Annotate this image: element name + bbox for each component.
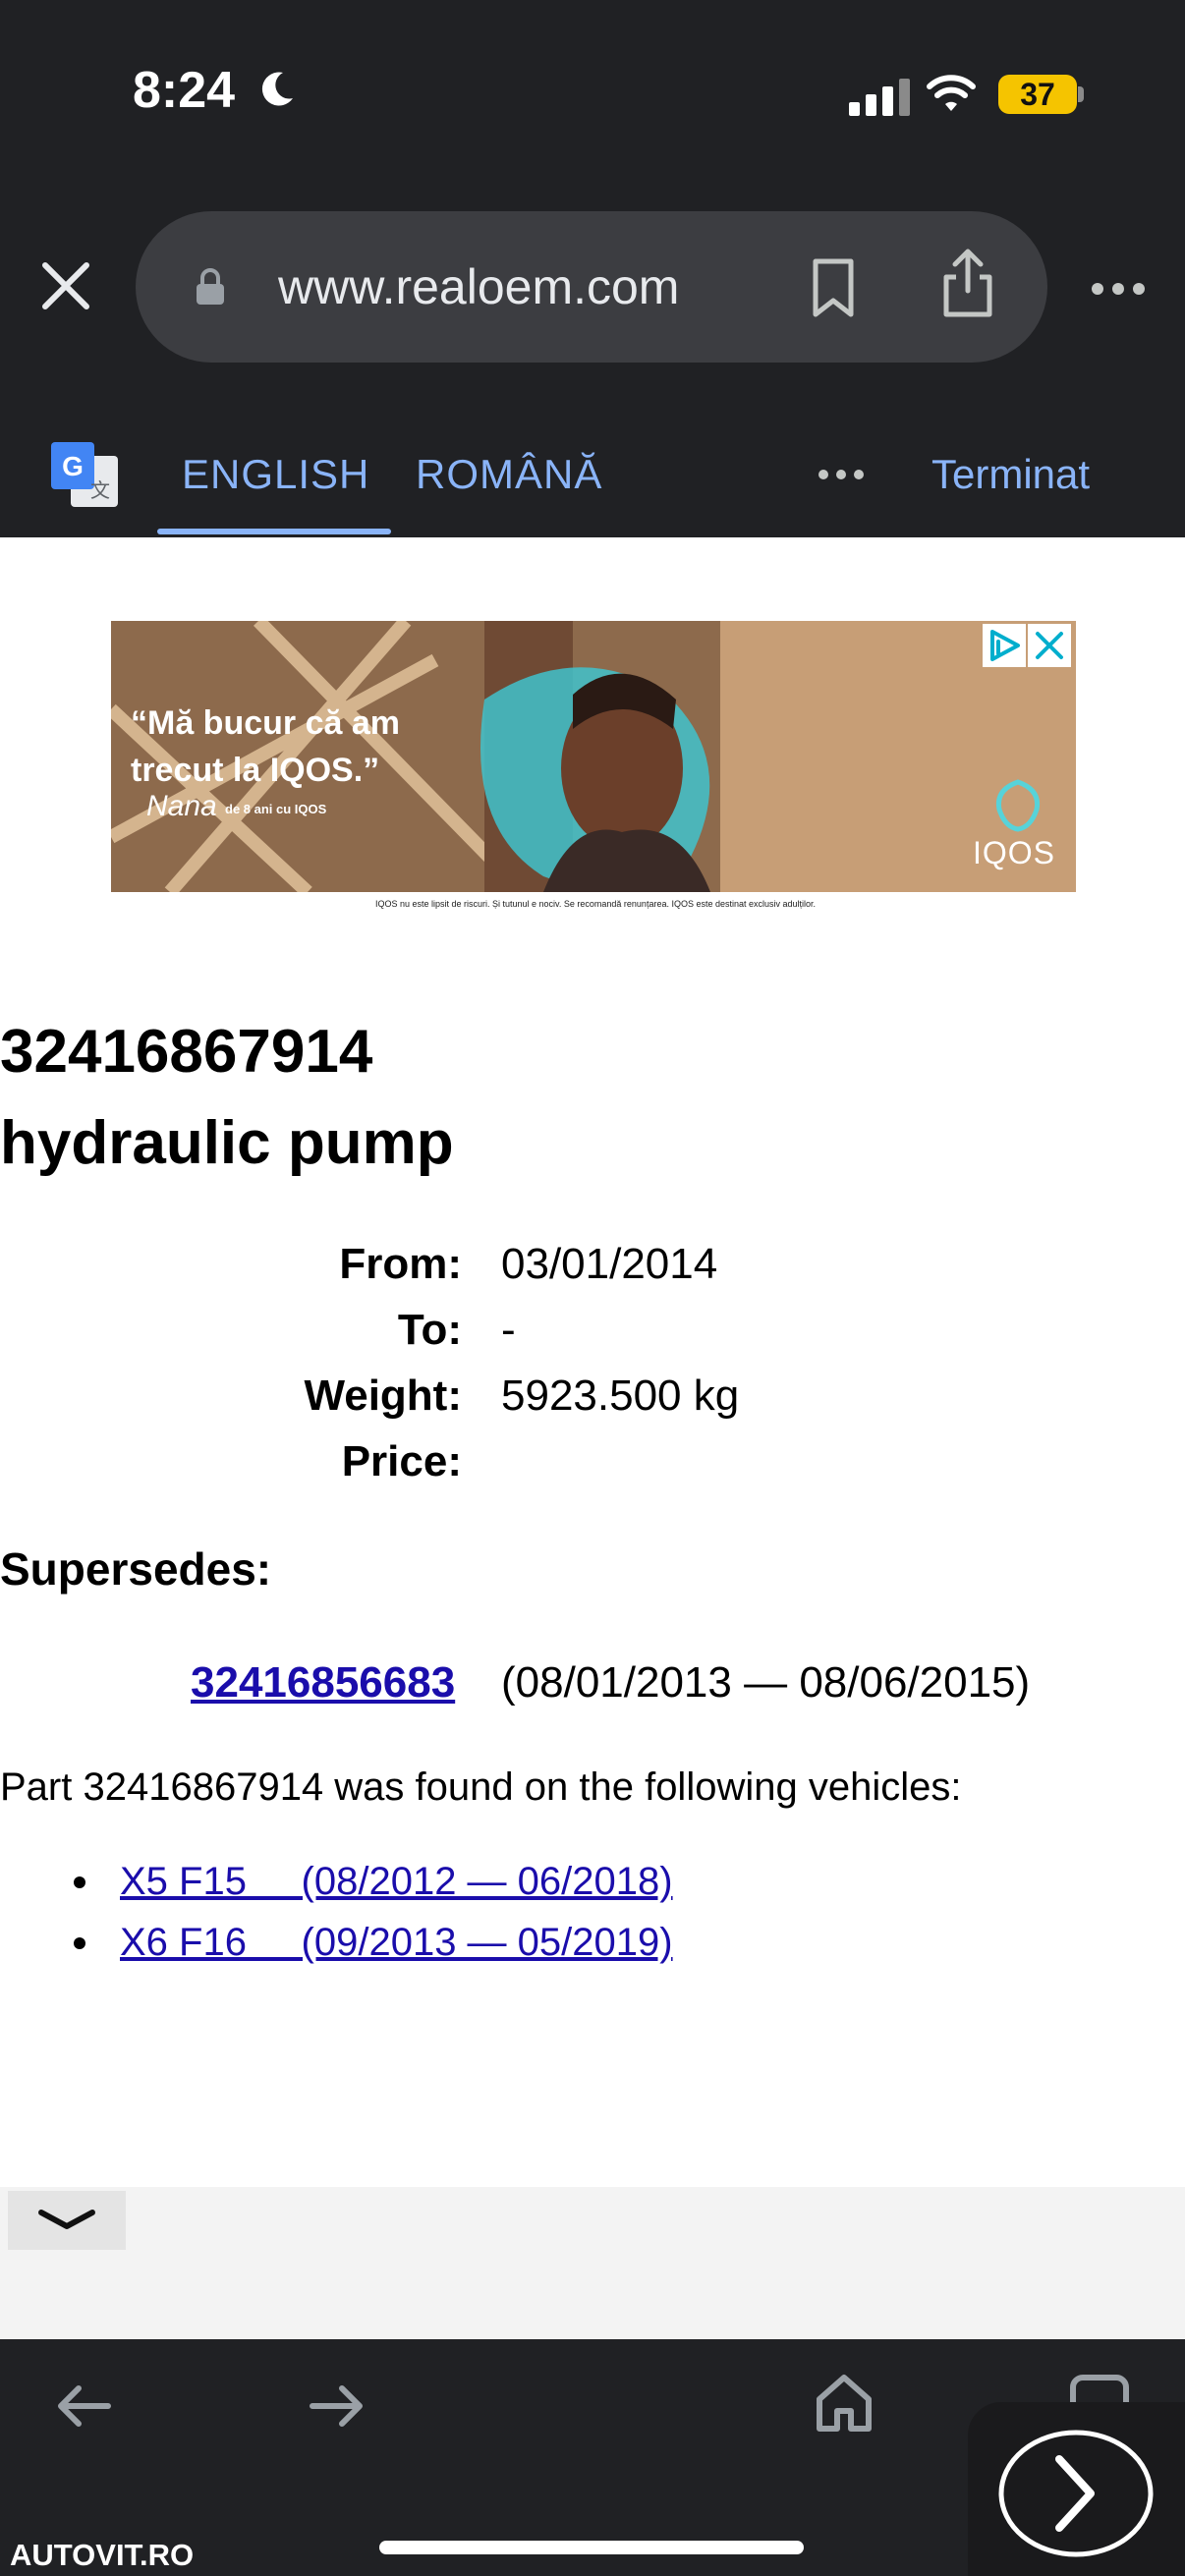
close-icon[interactable] xyxy=(37,257,94,314)
moon-icon xyxy=(261,72,293,106)
adchoices-icon[interactable] xyxy=(983,624,1026,667)
price-label: Price: xyxy=(341,1437,462,1485)
ad-quote: “Mă bucur că am trecut la IQOS.” xyxy=(131,704,400,789)
status-time: 8:24 xyxy=(133,62,236,119)
superseded-part-link[interactable]: 32416856683 xyxy=(191,1658,455,1708)
battery-cap xyxy=(1078,86,1084,102)
ad-close-icon[interactable] xyxy=(1028,624,1071,667)
lock-icon xyxy=(197,268,224,305)
ad-disclaimer: IQOS nu este lipsit de riscuri. Și tutun… xyxy=(374,899,817,909)
ad-subtitle: de 8 ani cu IQOS xyxy=(225,802,327,816)
tab-english[interactable]: ENGLISH xyxy=(182,451,369,498)
part-number-heading: 32416867914 xyxy=(0,1018,373,1086)
bookmark-icon[interactable] xyxy=(808,257,859,318)
svg-text:G: G xyxy=(62,451,84,481)
supersedes-heading: Supersedes: xyxy=(0,1543,272,1595)
iqos-logo-icon xyxy=(995,779,1041,832)
ad-banner[interactable]: “Mă bucur că am trecut la IQOS.” Nana de… xyxy=(111,621,1076,892)
part-description-heading: hydraulic pump xyxy=(0,1109,454,1177)
forward-arrow-icon[interactable] xyxy=(307,2381,367,2431)
chevron-down-icon[interactable] xyxy=(8,2191,126,2250)
tab-romanian[interactable]: ROMÂNĂ xyxy=(416,451,602,498)
back-arrow-icon[interactable] xyxy=(53,2381,114,2431)
ad-signature: Nana xyxy=(146,790,217,822)
to-label: To: xyxy=(397,1306,462,1354)
home-indicator[interactable] xyxy=(379,2541,804,2554)
done-button[interactable]: Terminat xyxy=(931,451,1090,498)
chevron-right-icon[interactable] xyxy=(998,2430,1154,2557)
list-bullet xyxy=(74,1937,85,1949)
from-value: 03/01/2014 xyxy=(501,1240,718,1288)
vehicle-link-x5-f15[interactable]: X5 F15 (08/2012 — 06/2018) xyxy=(120,1860,673,1904)
home-icon[interactable] xyxy=(812,2370,876,2435)
from-label: From: xyxy=(339,1240,462,1288)
svg-text:文: 文 xyxy=(90,478,110,502)
active-tab-indicator xyxy=(157,529,391,534)
weight-label: Weight: xyxy=(304,1372,463,1420)
vehicle-link-x6-f16[interactable]: X6 F16 (09/2013 — 05/2019) xyxy=(120,1921,673,1965)
superseded-part-range: (08/01/2013 — 08/06/2015) xyxy=(501,1658,1031,1707)
watermark: AUTOVIT.RO xyxy=(10,2538,195,2572)
wifi-icon xyxy=(927,75,976,111)
url-text[interactable]: www.realoem.com xyxy=(278,258,679,315)
share-icon[interactable] xyxy=(938,248,997,318)
battery-indicator: 37 xyxy=(998,75,1077,114)
more-menu-icon[interactable] xyxy=(1091,282,1146,296)
google-translate-icon[interactable]: G 文 xyxy=(49,440,120,509)
bottom-ad-strip xyxy=(0,2187,1185,2339)
cellular-signal-icon xyxy=(849,79,916,116)
ad-brand: IQOS xyxy=(973,835,1056,870)
to-value: - xyxy=(501,1306,516,1354)
vehicles-intro-text: Part 32416867914 was found on the follow… xyxy=(0,1765,962,1809)
list-bullet xyxy=(74,1876,85,1888)
weight-value: 5923.500 kg xyxy=(501,1372,740,1420)
translate-options-icon[interactable] xyxy=(818,469,865,480)
